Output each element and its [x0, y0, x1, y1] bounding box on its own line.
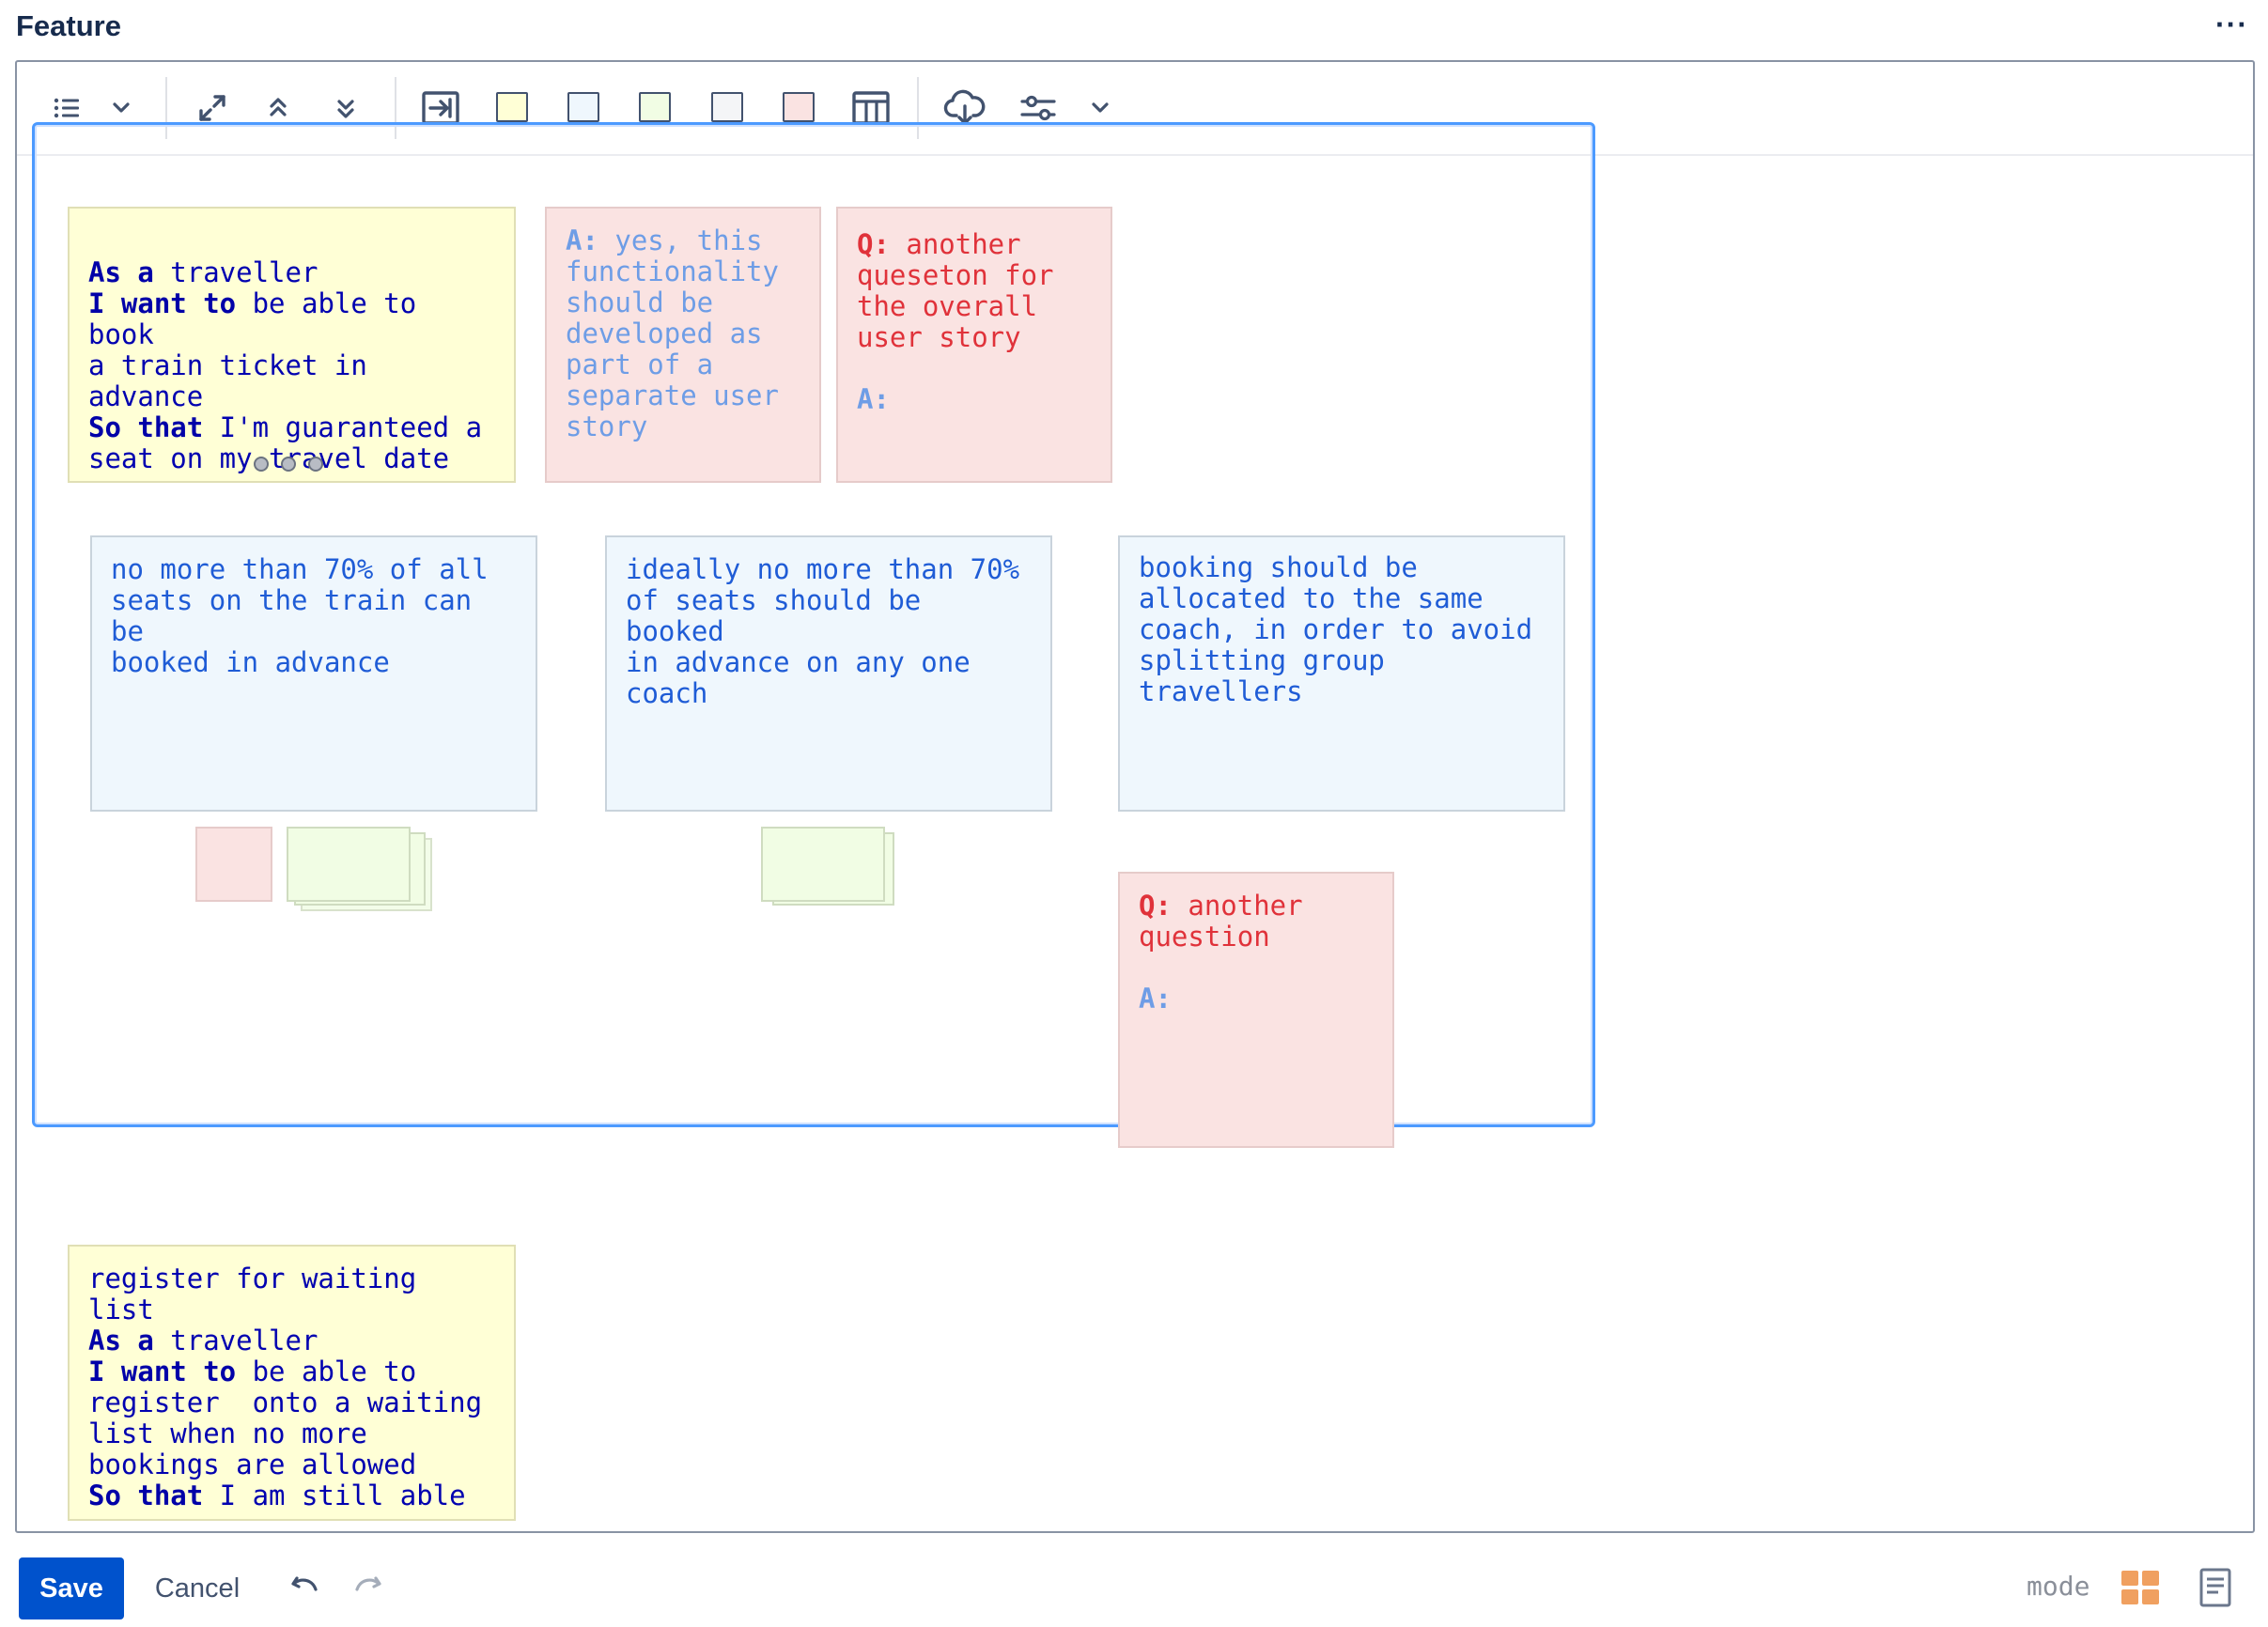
collapsed-example-note[interactable]: [287, 827, 411, 902]
grey-note-swatch[interactable]: [711, 92, 743, 122]
redo-icon[interactable]: [353, 1573, 383, 1604]
cancel-button[interactable]: Cancel: [139, 1557, 256, 1619]
document-view-icon[interactable]: [2198, 1567, 2232, 1613]
undo-icon[interactable]: [289, 1573, 319, 1604]
answer-note[interactable]: A: yes, this functionality should be dev…: [545, 207, 821, 483]
board-view-icon[interactable]: [2120, 1569, 2163, 1613]
question-note[interactable]: Q: another question A:: [1118, 872, 1394, 1148]
rule-note[interactable]: booking should be allocated to the same …: [1118, 535, 1565, 812]
user-story-note[interactable]: As a traveller I want to be able to book…: [68, 207, 516, 483]
yellow-note-swatch[interactable]: [496, 92, 528, 122]
collapsed-question-note[interactable]: [195, 827, 272, 902]
green-note-swatch[interactable]: [639, 92, 671, 122]
rule-note[interactable]: ideally no more than 70% of seats should…: [605, 535, 1052, 812]
page-title: Feature: [16, 9, 121, 42]
more-dots-icon[interactable]: [254, 457, 323, 472]
rule-note[interactable]: no more than 70% of all seats on the tra…: [90, 535, 537, 812]
mode-label: mode: [2027, 1571, 2090, 1602]
collapsed-example-note[interactable]: [761, 827, 885, 902]
more-options-icon[interactable]: ···: [2215, 8, 2248, 42]
user-story-note[interactable]: register for waiting list As a traveller…: [68, 1245, 516, 1521]
question-note[interactable]: Q: another queseton for the overall user…: [836, 207, 1112, 483]
blue-note-swatch[interactable]: [567, 92, 599, 122]
save-button[interactable]: Save: [19, 1557, 124, 1619]
pink-note-swatch[interactable]: [783, 92, 815, 122]
